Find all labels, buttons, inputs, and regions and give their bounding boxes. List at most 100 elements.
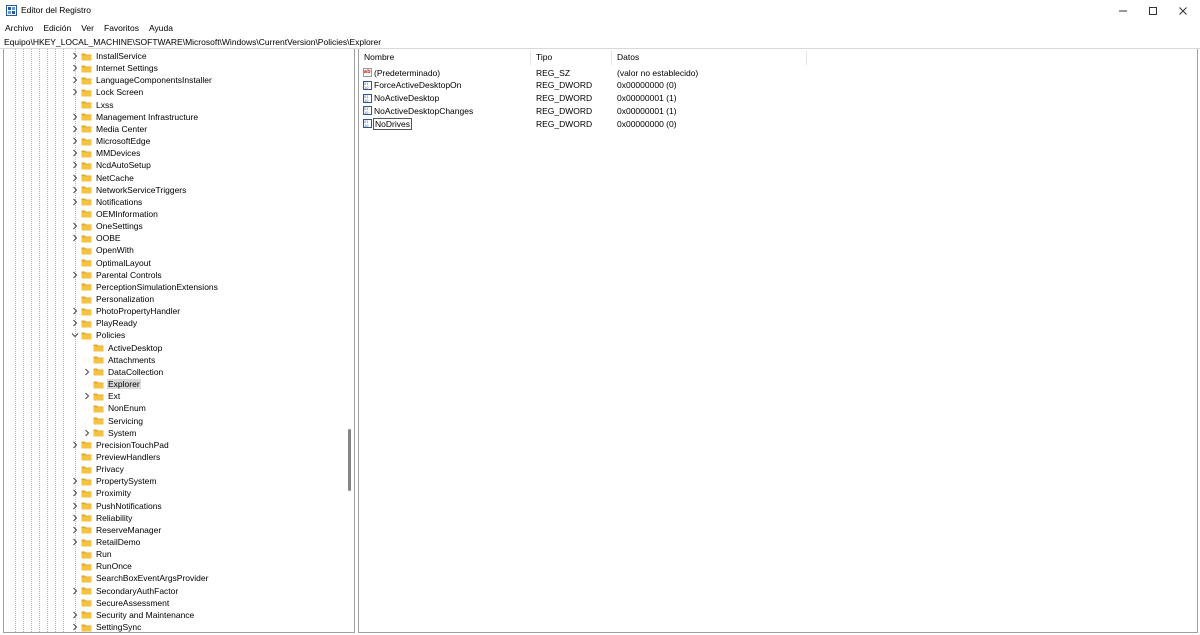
chevron-right-icon[interactable] [70,184,79,196]
tree-item[interactable]: PreviewHandlers [70,451,161,463]
chevron-right-icon[interactable] [70,196,79,208]
menu-favoritos[interactable]: Favoritos [99,21,144,36]
menu-ayuda[interactable]: Ayuda [144,21,178,36]
tree-item[interactable]: OEMInformation [70,208,159,220]
column-header-data[interactable]: Datos [612,51,807,65]
tree-item[interactable]: OneSettings [70,220,144,232]
tree-item[interactable]: SettingSync [70,621,142,632]
chevron-right-icon[interactable] [82,390,91,402]
tree-item[interactable]: MicrosoftEdge [70,135,151,147]
tree-item[interactable]: ActiveDesktop [82,342,163,354]
tree-item[interactable]: PlayReady [70,317,138,329]
values-list[interactable]: Nombre Tipo Datos ab (Predeterminado) REG_… [358,49,1198,633]
chevron-right-icon[interactable] [70,172,79,184]
tree-item[interactable]: NcdAutoSetup [70,159,152,171]
tree-item[interactable]: Lxss [70,99,114,111]
tree-item[interactable]: PropertySystem [70,475,157,487]
chevron-right-icon[interactable] [70,123,79,135]
tree-item[interactable]: NetworkServiceTriggers [70,184,187,196]
chevron-right-icon[interactable] [70,475,79,487]
chevron-down-icon[interactable] [70,329,79,341]
tree-scrollbar-thumb[interactable] [348,429,351,491]
tree-item[interactable]: Privacy [70,463,125,475]
tree-item[interactable]: RetailDemo [70,536,141,548]
tree-item[interactable]: DataCollection [82,366,164,378]
column-header-name[interactable]: Nombre [359,51,531,65]
tree-item[interactable]: InstallService [70,50,148,62]
tree-item[interactable]: Personalization [70,293,155,305]
chevron-right-icon[interactable] [70,305,79,317]
menu-archivo[interactable]: Archivo [0,21,38,36]
tree-item[interactable]: ReserveManager [70,524,162,536]
tree-item[interactable]: PerceptionSimulationExtensions [70,281,219,293]
chevron-right-icon[interactable] [70,62,79,74]
chevron-right-icon[interactable] [70,439,79,451]
tree-item[interactable]: Media Center [70,123,148,135]
tree-item[interactable]: Notifications [70,196,143,208]
chevron-right-icon[interactable] [70,50,79,62]
chevron-right-icon[interactable] [70,585,79,597]
tree-item[interactable]: NonEnum [82,402,147,414]
chevron-right-icon[interactable] [70,317,79,329]
tree-item[interactable]: MMDevices [70,147,141,159]
tree-item[interactable]: SecureAssessment [70,597,170,609]
tree-item[interactable]: Security and Maintenance [70,609,195,621]
address-bar[interactable]: Equipo\HKEY_LOCAL_MACHINE\SOFTWARE\Micro… [0,36,1200,49]
title-bar: Editor del Registro [0,0,1200,21]
chevron-right-icon[interactable] [70,135,79,147]
close-button[interactable] [1163,0,1200,21]
chevron-right-icon[interactable] [70,524,79,536]
tree-item[interactable]: LanguageComponentsInstaller [70,74,213,86]
chevron-right-icon[interactable] [82,366,91,378]
menu-edicion[interactable]: Edición [38,21,76,36]
tree-item[interactable]: PushNotifications [70,500,163,512]
registry-tree[interactable]: InstallService Internet Settings LanguageC… [3,49,355,633]
chevron-right-icon[interactable] [70,232,79,244]
tree-item[interactable]: Internet Settings [70,62,159,74]
tree-item[interactable]: PhotoPropertyHandler [70,305,181,317]
tree-item[interactable]: Reliability [70,512,133,524]
tree-item[interactable]: SecondaryAuthFactor [70,585,179,597]
chevron-right-icon[interactable] [70,512,79,524]
tree-item[interactable]: OptimalLayout [70,257,152,269]
chevron-right-icon[interactable] [70,269,79,281]
tree-item[interactable]: Policies [70,329,126,341]
chevron-right-icon[interactable] [70,609,79,621]
tree-item[interactable]: Ext [82,390,121,402]
chevron-right-icon[interactable] [82,427,91,439]
tree-item[interactable]: OOBE [70,232,122,244]
tree-item[interactable]: RunOnce [70,560,133,572]
chevron-right-icon[interactable] [70,111,79,123]
tree-item[interactable]: SearchBoxEventArgsProvider [70,572,209,584]
list-item[interactable]: 01 10 ForceActiveDesktopOn REG_DWORD 0x00000… [359,79,807,92]
tree-item[interactable]: Servicing [82,415,144,427]
tree-item[interactable]: Lock Screen [70,86,144,98]
chevron-right-icon[interactable] [70,621,79,632]
chevron-right-icon[interactable] [70,147,79,159]
tree-item[interactable]: PrecisionTouchPad [70,439,170,451]
tree-item[interactable]: System [82,427,137,439]
tree-item[interactable]: Proximity [70,487,132,499]
tree-item-label: MicrosoftEdge [96,136,151,147]
chevron-right-icon[interactable] [70,500,79,512]
chevron-right-icon[interactable] [70,86,79,98]
list-item[interactable]: ab (Predeterminado) REG_SZ (valor no establ… [359,66,807,79]
tree-item[interactable]: OpenWith [70,244,135,256]
chevron-right-icon[interactable] [70,536,79,548]
chevron-right-icon[interactable] [70,74,79,86]
list-item[interactable]: 01 10 NoActiveDesktopChanges REG_DWORD 0x000… [359,104,807,117]
maximize-icon [1149,6,1157,15]
chevron-right-icon[interactable] [70,487,79,499]
tree-item[interactable]: Explorer [82,378,141,390]
column-header-type[interactable]: Tipo [531,51,612,65]
tree-item[interactable]: NetCache [70,172,135,184]
tree-item[interactable]: Parental Controls [70,269,163,281]
tree-item[interactable]: Attachments [82,354,156,366]
list-item[interactable]: 01 10 NoActiveDesktop REG_DWORD 0x00000001 (… [359,92,807,105]
tree-item[interactable]: Run [70,548,113,560]
chevron-right-icon[interactable] [70,220,79,232]
tree-item[interactable]: Management Infrastructure [70,111,199,123]
chevron-right-icon[interactable] [70,159,79,171]
list-item[interactable]: 01 10 NoDrives REG_DWORD 0x00000000 (0) [359,117,807,130]
menu-ver[interactable]: Ver [76,21,99,36]
